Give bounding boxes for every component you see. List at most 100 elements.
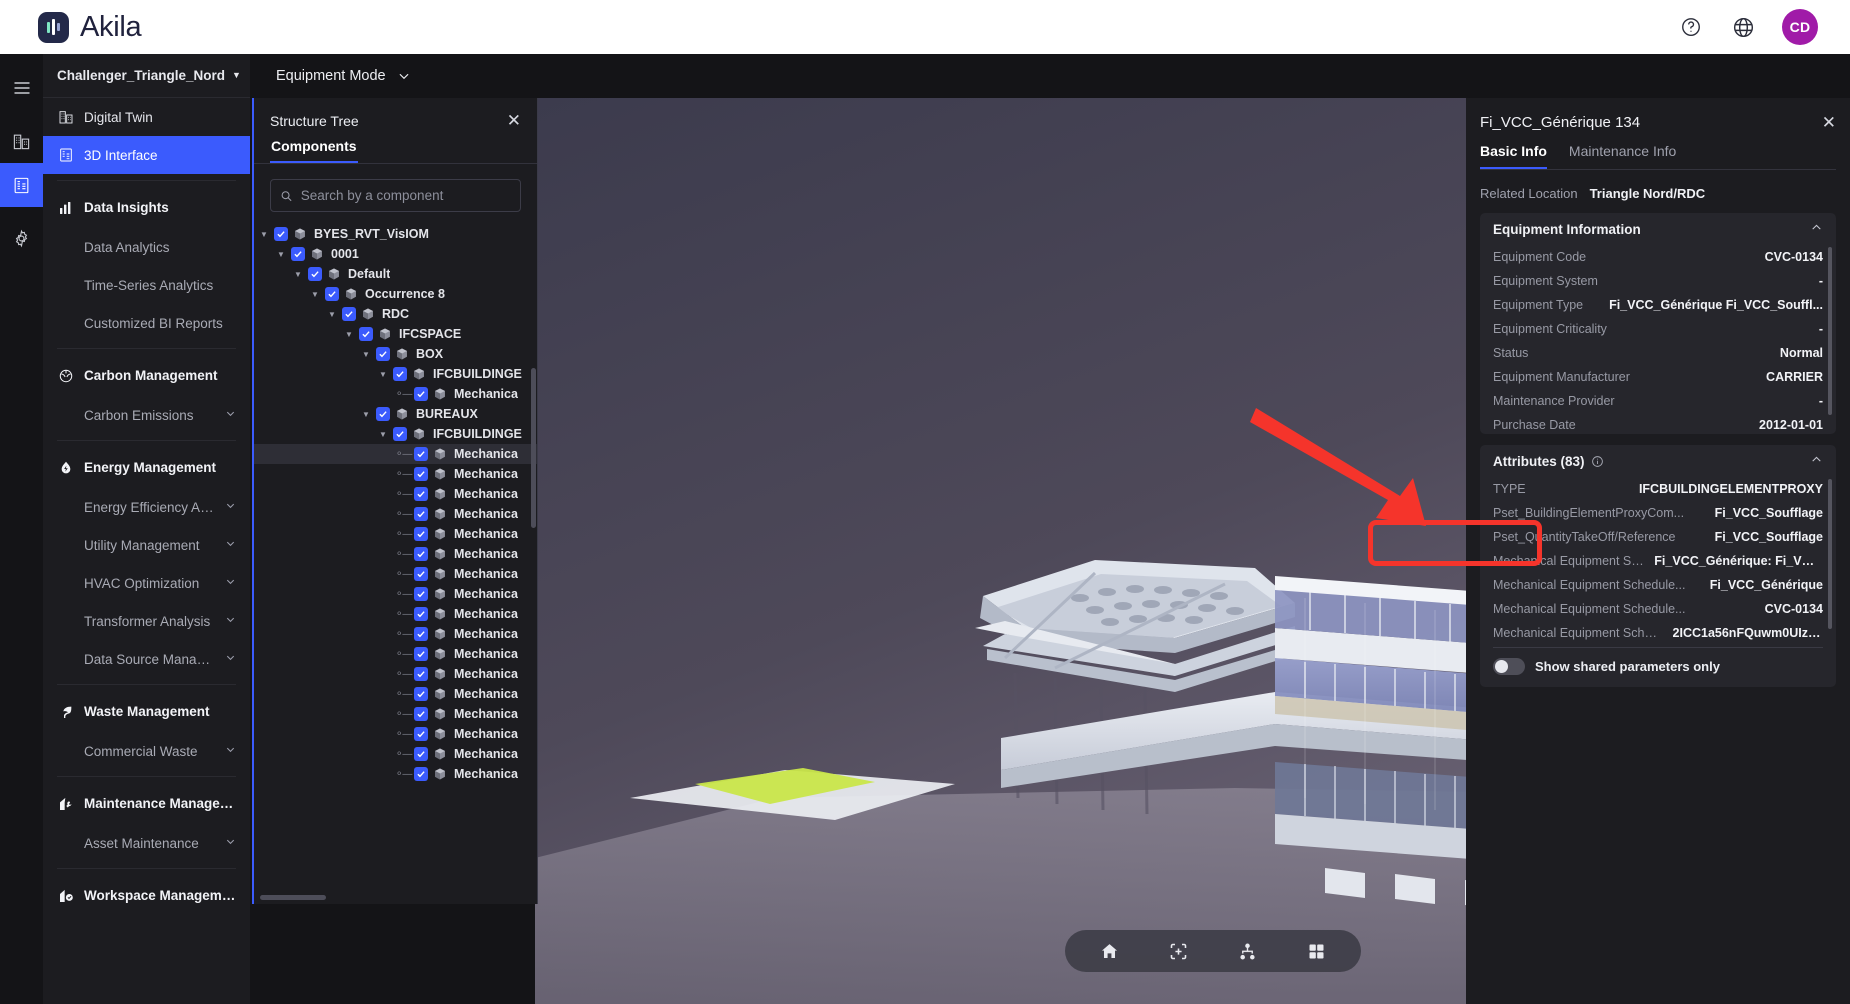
tree-node-checkbox[interactable]: [393, 367, 407, 381]
sidebar-item-customized-bi-reports[interactable]: Customized BI Reports: [43, 304, 250, 342]
tree-node-checkbox[interactable]: [414, 467, 428, 481]
chevron-down-icon[interactable]: ▼: [310, 290, 320, 299]
tree-node[interactable]: ▼ IFCSPACE: [254, 324, 537, 344]
sidebar-group-carbon-management[interactable]: Carbon Management: [43, 355, 250, 396]
tree-node-checkbox[interactable]: [414, 607, 428, 621]
sidebar-item-commercial-waste[interactable]: Commercial Waste: [43, 732, 250, 770]
tree-node[interactable]: ⚬—⚬ Mechanica: [254, 724, 537, 744]
show-shared-parameters-row[interactable]: Show shared parameters only: [1480, 648, 1836, 687]
chevron-down-icon[interactable]: ▼: [259, 230, 269, 239]
component-search[interactable]: [270, 179, 521, 212]
fit-to-screen-icon[interactable]: [1162, 936, 1196, 966]
chevron-down-icon[interactable]: ▼: [361, 350, 371, 359]
info-icon[interactable]: [1591, 455, 1604, 468]
attributes-header[interactable]: Attributes (83): [1480, 445, 1836, 477]
close-icon[interactable]: ✕: [507, 112, 521, 129]
tree-node[interactable]: ⚬—⚬ Mechanica: [254, 444, 537, 464]
tree-node-checkbox[interactable]: [414, 767, 428, 781]
tree-node[interactable]: ⚬—⚬ Mechanica: [254, 384, 537, 404]
tree-node[interactable]: ⚬—⚬ Mechanica: [254, 464, 537, 484]
sidebar-item-asset-maintenance[interactable]: Asset Maintenance: [43, 824, 250, 862]
tab-basic-info[interactable]: Basic Info: [1480, 143, 1547, 169]
tree-node[interactable]: ⚬—⚬ Mechanica: [254, 484, 537, 504]
chevron-down-icon[interactable]: ▼: [293, 270, 303, 279]
equipment-information-header[interactable]: Equipment Information: [1480, 213, 1836, 245]
tree-node[interactable]: ⚬—⚬ Mechanica: [254, 564, 537, 584]
tree-node-checkbox[interactable]: [414, 567, 428, 581]
sidebar-item-data-analytics[interactable]: Data Analytics: [43, 228, 250, 266]
tree-node[interactable]: ▼ RDC: [254, 304, 537, 324]
grid-view-icon[interactable]: [1300, 936, 1334, 966]
chevron-down-icon[interactable]: ▼: [361, 410, 371, 419]
tree-node-checkbox[interactable]: [325, 287, 339, 301]
chevron-down-icon[interactable]: ▼: [378, 430, 388, 439]
chevron-down-icon[interactable]: ▼: [327, 310, 337, 319]
chevron-down-icon[interactable]: ▼: [344, 330, 354, 339]
help-circle-icon[interactable]: [1678, 14, 1704, 40]
home-icon[interactable]: [1093, 936, 1127, 966]
tree-node-checkbox[interactable]: [342, 307, 356, 321]
sidebar-item-energy-efficiency-analysis[interactable]: Energy Efficiency Analysis: [43, 488, 250, 526]
tree-node-checkbox[interactable]: [414, 527, 428, 541]
tree-node-checkbox[interactable]: [414, 667, 428, 681]
chevron-down-icon[interactable]: ▼: [276, 250, 286, 259]
tree-node-checkbox[interactable]: [414, 587, 428, 601]
sidebar-group-workspace-management[interactable]: Workspace Management: [43, 875, 250, 916]
hierarchy-icon[interactable]: [1231, 936, 1265, 966]
tree-node[interactable]: ⚬—⚬ Mechanica: [254, 524, 537, 544]
tree-node-checkbox[interactable]: [376, 347, 390, 361]
chevron-down-icon[interactable]: ▼: [378, 370, 388, 379]
structure-tree-body[interactable]: ▼ BYES_RVT_VisIOM ▼ 0001 ▼ Default ▼ Occurrence…: [254, 218, 537, 904]
tree-node-checkbox[interactable]: [414, 707, 428, 721]
tree-node[interactable]: ⚬—⚬ Mechanica: [254, 584, 537, 604]
sidebar-item-3d-interface[interactable]: 3D Interface: [43, 136, 250, 174]
tree-node[interactable]: ▼ IFCBUILDINGE: [254, 364, 537, 384]
hamburger-menu-icon[interactable]: [0, 66, 43, 110]
tree-node-checkbox[interactable]: [414, 447, 428, 461]
tree-node[interactable]: ⚬—⚬ Mechanica: [254, 664, 537, 684]
sidebar-item-digital-twin[interactable]: Digital Twin: [43, 98, 250, 136]
tree-node-checkbox[interactable]: [376, 407, 390, 421]
globe-icon[interactable]: [1730, 14, 1756, 40]
sidebar-item-time-series-analytics[interactable]: Time-Series Analytics: [43, 266, 250, 304]
equipment-info-scrollbar[interactable]: [1828, 247, 1832, 415]
tree-node-checkbox[interactable]: [359, 327, 373, 341]
tree-node-checkbox[interactable]: [414, 687, 428, 701]
tree-node-checkbox[interactable]: [414, 727, 428, 741]
rail-item-settings[interactable]: [0, 216, 43, 260]
project-selector[interactable]: Challenger_Triangle_Nord ▼: [43, 54, 250, 98]
tree-node-checkbox[interactable]: [291, 247, 305, 261]
sidebar-item-transformer-analysis[interactable]: Transformer Analysis: [43, 602, 250, 640]
tab-components[interactable]: Components: [270, 129, 358, 163]
sidebar-item-utility-management[interactable]: Utility Management: [43, 526, 250, 564]
tree-node-checkbox[interactable]: [393, 427, 407, 441]
tree-node[interactable]: ⚬—⚬ Mechanica: [254, 604, 537, 624]
equipment-mode-dropdown[interactable]: Equipment Mode: [276, 68, 411, 84]
tree-node[interactable]: ▼ BUREAUX: [254, 404, 537, 424]
show-shared-parameters-toggle[interactable]: [1493, 658, 1525, 675]
tree-node[interactable]: ▼ BOX: [254, 344, 537, 364]
tree-node[interactable]: ▼ 0001: [254, 244, 537, 264]
tree-node[interactable]: ⚬—⚬ Mechanica: [254, 504, 537, 524]
tree-node[interactable]: ▼ Default: [254, 264, 537, 284]
sidebar-group-maintenance-managem[interactable]: Maintenance Managem...: [43, 783, 250, 824]
attributes-scrollbar[interactable]: [1828, 479, 1832, 629]
tree-node-checkbox[interactable]: [274, 227, 288, 241]
tree-node[interactable]: ⚬—⚬ Mechanica: [254, 704, 537, 724]
avatar[interactable]: CD: [1782, 9, 1818, 45]
tree-node[interactable]: ⚬—⚬ Mechanica: [254, 744, 537, 764]
sidebar-group-energy-management[interactable]: Energy Management: [43, 447, 250, 488]
tree-node-checkbox[interactable]: [414, 507, 428, 521]
tree-node[interactable]: ⚬—⚬ Mechanica: [254, 644, 537, 664]
search-input[interactable]: [300, 188, 511, 203]
tree-node[interactable]: ⚬—⚬ Mechanica: [254, 544, 537, 564]
sidebar-item-carbon-emissions[interactable]: Carbon Emissions: [43, 396, 250, 434]
sidebar-group-waste-management[interactable]: Waste Management: [43, 691, 250, 732]
sidebar-item-hvac-optimization[interactable]: HVAC Optimization: [43, 564, 250, 602]
tree-node-checkbox[interactable]: [414, 547, 428, 561]
tab-maintenance-info[interactable]: Maintenance Info: [1569, 143, 1676, 169]
tree-node-checkbox[interactable]: [308, 267, 322, 281]
tree-node-checkbox[interactable]: [414, 487, 428, 501]
tree-horizontal-scrollbar[interactable]: [260, 895, 326, 900]
tree-node-checkbox[interactable]: [414, 647, 428, 661]
